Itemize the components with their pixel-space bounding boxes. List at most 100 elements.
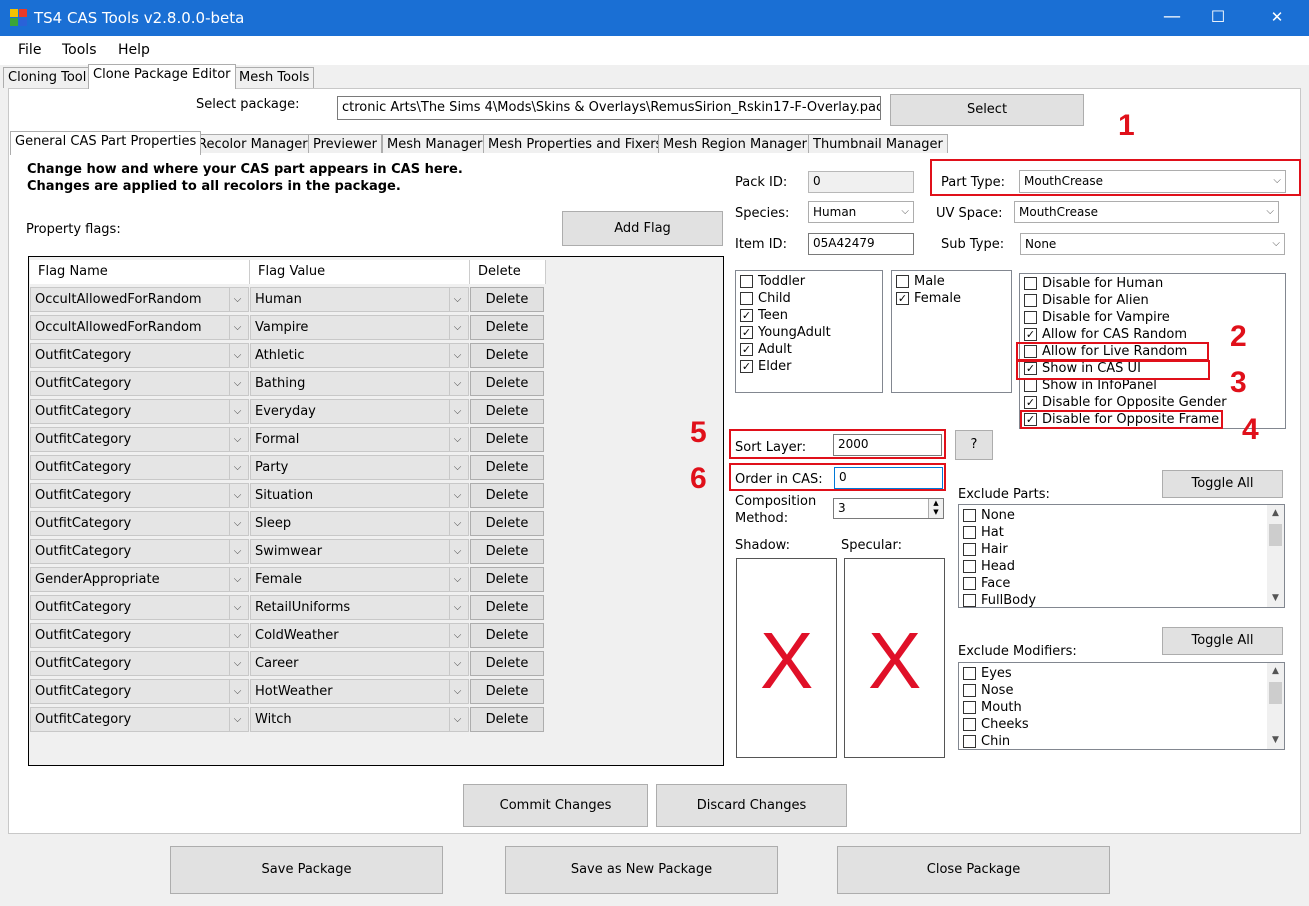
composition-method-stepper[interactable]: 3 ▲ ▼ (833, 498, 944, 519)
checkbox[interactable] (963, 577, 976, 590)
checkbox[interactable] (963, 667, 976, 680)
age-item[interactable]: ✓ Elder (736, 358, 882, 375)
flag-name-dropdown[interactable]: OutfitCategory ⌵ (30, 371, 249, 396)
item-id-field[interactable]: 05A42479 (808, 233, 914, 255)
package-path-input[interactable]: ctronic Arts\The Sims 4\Mods\Skins & Ove… (337, 96, 881, 120)
scroll-up-icon[interactable]: ▲ (1267, 663, 1284, 680)
checkbox[interactable] (963, 735, 976, 748)
checkbox[interactable] (1024, 294, 1037, 307)
exclude-part-item[interactable]: Face (959, 575, 1284, 592)
delete-flag-button[interactable]: Delete (470, 427, 544, 452)
delete-flag-button[interactable]: Delete (470, 511, 544, 536)
sub-type-dropdown[interactable]: None ⌵ (1020, 233, 1285, 255)
exclude-part-item[interactable]: FullBody (959, 592, 1284, 607)
exclude-modifier-item[interactable]: Chin (959, 733, 1284, 749)
age-item[interactable]: ✓ YoungAdult (736, 324, 882, 341)
checkbox[interactable]: ✓ (896, 292, 909, 305)
flag-name-dropdown[interactable]: OccultAllowedForRandom ⌵ (30, 287, 249, 312)
tab-mesh-properties-and-fixers[interactable]: Mesh Properties and Fixers (483, 134, 668, 154)
checkbox[interactable]: ✓ (1024, 328, 1037, 341)
sort-layer-help-button[interactable]: ? (955, 430, 993, 460)
tab-recolor-manager[interactable]: Recolor Manager (193, 134, 313, 154)
delete-flag-button[interactable]: Delete (470, 707, 544, 732)
flag-name-dropdown[interactable]: OutfitCategory ⌵ (30, 707, 249, 732)
exclude-modifier-item[interactable]: Nose (959, 682, 1284, 699)
delete-flag-button[interactable]: Delete (470, 595, 544, 620)
delete-flag-button[interactable]: Delete (470, 287, 544, 312)
tab-general-cas-part-properties[interactable]: General CAS Part Properties (10, 131, 202, 155)
checkbox[interactable] (963, 526, 976, 539)
flag-value-dropdown[interactable]: Human ⌵ (250, 287, 469, 312)
checkbox[interactable] (896, 275, 909, 288)
delete-flag-button[interactable]: Delete (470, 623, 544, 648)
flag-value-dropdown[interactable]: Bathing ⌵ (250, 371, 469, 396)
shadow-image[interactable]: X (736, 558, 837, 758)
age-item[interactable]: ✓ Teen (736, 307, 882, 324)
toggle-all-parts-button[interactable]: Toggle All (1162, 470, 1283, 498)
grid-header-flag-name[interactable]: Flag Name (30, 260, 250, 284)
close-package-button[interactable]: Close Package (837, 846, 1110, 894)
flag-value-dropdown[interactable]: Swimwear ⌵ (250, 539, 469, 564)
flag-name-dropdown[interactable]: OutfitCategory ⌵ (30, 427, 249, 452)
tab-mesh-region-manager[interactable]: Mesh Region Manager (658, 134, 812, 154)
option-item[interactable]: Disable for Human (1020, 275, 1285, 292)
checkbox[interactable] (1024, 379, 1037, 392)
flag-value-dropdown[interactable]: ColdWeather ⌵ (250, 623, 469, 648)
exclude-part-item[interactable]: Head (959, 558, 1284, 575)
exclude-modifier-item[interactable]: Eyes (959, 665, 1284, 682)
flag-value-dropdown[interactable]: RetailUniforms ⌵ (250, 595, 469, 620)
delete-flag-button[interactable]: Delete (470, 679, 544, 704)
age-item[interactable]: ✓ Adult (736, 341, 882, 358)
toggle-all-modifiers-button[interactable]: Toggle All (1162, 627, 1283, 655)
checkbox[interactable] (963, 560, 976, 573)
stepper-arrows-icon[interactable]: ▲ ▼ (928, 499, 943, 518)
age-item[interactable]: Toddler (736, 273, 882, 290)
exclude-part-item[interactable]: None (959, 507, 1284, 524)
age-item[interactable]: Child (736, 290, 882, 307)
tab-clone-package-editor[interactable]: Clone Package Editor (88, 64, 236, 89)
flag-name-dropdown[interactable]: OutfitCategory ⌵ (30, 399, 249, 424)
select-button[interactable]: Select (890, 94, 1084, 126)
checkbox[interactable]: ✓ (1024, 396, 1037, 409)
checkbox[interactable] (740, 292, 753, 305)
checkbox[interactable] (963, 509, 976, 522)
tab-mesh-tools[interactable]: Mesh Tools (234, 67, 315, 88)
flag-name-dropdown[interactable]: OutfitCategory ⌵ (30, 539, 249, 564)
flag-value-dropdown[interactable]: Witch ⌵ (250, 707, 469, 732)
grid-header-flag-value[interactable]: Flag Value (250, 260, 470, 284)
scrollbar[interactable]: ▲ ▼ (1267, 505, 1284, 607)
checkbox[interactable]: ✓ (740, 309, 753, 322)
scrollbar[interactable]: ▲ ▼ (1267, 663, 1284, 749)
checkbox[interactable] (963, 701, 976, 714)
flag-value-dropdown[interactable]: Vampire ⌵ (250, 315, 469, 340)
scroll-down-icon[interactable]: ▼ (1267, 732, 1284, 749)
checkbox[interactable] (963, 684, 976, 697)
delete-flag-button[interactable]: Delete (470, 399, 544, 424)
tab-previewer[interactable]: Previewer (308, 134, 382, 154)
pack-id-field[interactable]: 0 (808, 171, 914, 193)
checkbox[interactable] (740, 275, 753, 288)
flag-value-dropdown[interactable]: Career ⌵ (250, 651, 469, 676)
menu-file[interactable]: File (18, 42, 41, 58)
tab-thumbnail-manager[interactable]: Thumbnail Manager (808, 134, 948, 154)
delete-flag-button[interactable]: Delete (470, 483, 544, 508)
gender-item[interactable]: Male (892, 273, 1011, 290)
delete-flag-button[interactable]: Delete (470, 539, 544, 564)
checkbox[interactable] (963, 718, 976, 731)
scroll-up-icon[interactable]: ▲ (1267, 505, 1284, 522)
add-flag-button[interactable]: Add Flag (562, 211, 723, 246)
maximize-button[interactable]: ☐ (1195, 0, 1241, 36)
delete-flag-button[interactable]: Delete (470, 343, 544, 368)
exclude-modifier-item[interactable]: Cheeks (959, 716, 1284, 733)
flag-value-dropdown[interactable]: HotWeather ⌵ (250, 679, 469, 704)
flag-name-dropdown[interactable]: OutfitCategory ⌵ (30, 483, 249, 508)
flag-value-dropdown[interactable]: Party ⌵ (250, 455, 469, 480)
scroll-thumb[interactable] (1269, 682, 1282, 704)
flag-value-dropdown[interactable]: Formal ⌵ (250, 427, 469, 452)
flag-value-dropdown[interactable]: Sleep ⌵ (250, 511, 469, 536)
delete-flag-button[interactable]: Delete (470, 315, 544, 340)
checkbox[interactable] (963, 594, 976, 607)
flag-name-dropdown[interactable]: OutfitCategory ⌵ (30, 455, 249, 480)
flag-name-dropdown[interactable]: OutfitCategory ⌵ (30, 623, 249, 648)
flag-name-dropdown[interactable]: GenderAppropriate ⌵ (30, 567, 249, 592)
